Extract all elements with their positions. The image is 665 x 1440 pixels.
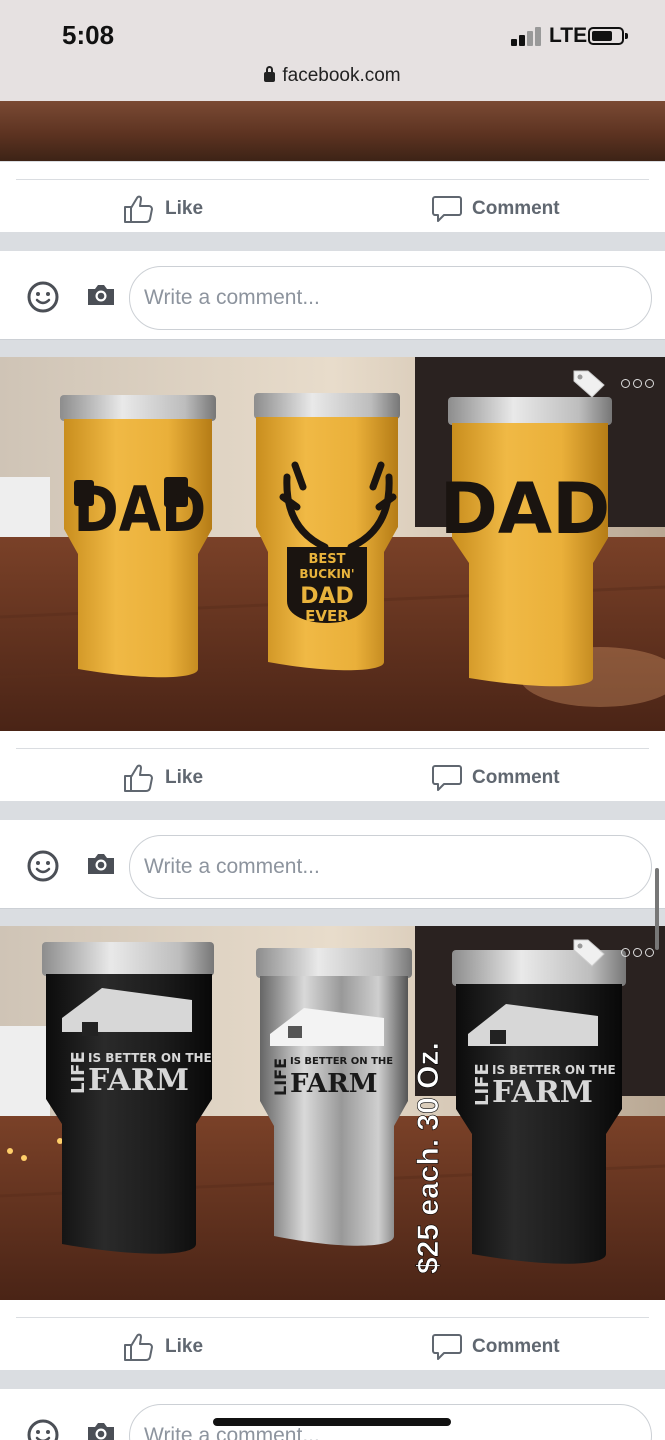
tumbler-text: IS BETTER ON THE bbox=[290, 1056, 393, 1067]
url-text: facebook.com bbox=[282, 65, 401, 86]
smiley-icon[interactable] bbox=[27, 281, 59, 313]
comment-row bbox=[0, 250, 665, 340]
comment-icon bbox=[432, 196, 462, 222]
status-bar: 5:08 LTE facebook.com bbox=[0, 0, 665, 101]
comment-label: Comment bbox=[472, 767, 560, 788]
comment-button[interactable]: Comment bbox=[432, 194, 560, 224]
comment-button[interactable]: Comment bbox=[432, 1332, 560, 1362]
tumbler-text: BEST bbox=[308, 552, 345, 567]
signal-icon bbox=[511, 26, 545, 46]
comment-input[interactable] bbox=[130, 836, 651, 898]
comment-input-box[interactable] bbox=[129, 266, 652, 330]
network-label: LTE bbox=[549, 24, 588, 47]
camera-icon[interactable] bbox=[86, 1421, 116, 1440]
post-photo-cropped[interactable] bbox=[0, 101, 665, 161]
tumbler-text: FARM bbox=[290, 1069, 378, 1099]
smiley-icon[interactable] bbox=[27, 850, 59, 882]
like-icon bbox=[124, 1333, 153, 1361]
tumbler-text: BUCKIN' bbox=[299, 567, 354, 581]
post-action-bar: Like Comment bbox=[0, 731, 665, 801]
status-time: 5:08 bbox=[62, 20, 115, 50]
address-bar[interactable]: facebook.com bbox=[0, 65, 665, 87]
tumbler-text: DAD bbox=[300, 584, 354, 609]
battery-icon bbox=[588, 27, 628, 45]
scrollbar[interactable] bbox=[655, 868, 659, 950]
camera-icon[interactable] bbox=[86, 283, 116, 307]
camera-icon[interactable] bbox=[86, 852, 116, 876]
tumbler-text: LIFE bbox=[271, 1058, 290, 1096]
comment-icon bbox=[432, 1334, 462, 1360]
post-action-bar: Like Comment bbox=[0, 1300, 665, 1370]
tumbler-text: FARM bbox=[88, 1063, 189, 1098]
post-photo-farm-tumblers[interactable]: LIFE IS BETTER ON THE FARM LIFE IS BETTE… bbox=[0, 926, 665, 1300]
smiley-icon[interactable] bbox=[27, 1419, 59, 1440]
like-label: Like bbox=[165, 767, 204, 788]
tumbler-text: EVER bbox=[305, 607, 349, 625]
like-button[interactable]: Like bbox=[123, 194, 203, 224]
comment-input-box[interactable] bbox=[129, 835, 652, 899]
more-icon[interactable] bbox=[621, 948, 654, 957]
more-icon[interactable] bbox=[621, 379, 654, 388]
lock-icon bbox=[264, 66, 276, 82]
like-label: Like bbox=[165, 198, 204, 219]
post-photo-dad-tumblers[interactable]: DAD BEST BUCKIN' DAD EVER DAD bbox=[0, 357, 665, 731]
tag-icon[interactable] bbox=[572, 369, 606, 399]
comment-button[interactable]: Comment bbox=[432, 763, 560, 793]
comment-label: Comment bbox=[472, 198, 560, 219]
like-button[interactable]: Like bbox=[123, 1332, 203, 1362]
tumbler-text: FARM bbox=[492, 1075, 593, 1110]
comment-icon bbox=[432, 765, 462, 791]
like-label: Like bbox=[165, 1336, 204, 1357]
like-icon bbox=[124, 764, 153, 792]
tumbler-text: LIFE bbox=[68, 1051, 89, 1094]
tumbler-text: LIFE bbox=[472, 1063, 493, 1106]
comment-row bbox=[0, 1388, 665, 1440]
tag-icon[interactable] bbox=[572, 938, 606, 968]
like-button[interactable]: Like bbox=[123, 763, 203, 793]
comment-input[interactable] bbox=[130, 267, 651, 329]
like-icon bbox=[124, 195, 153, 223]
comment-label: Comment bbox=[472, 1336, 560, 1357]
post-action-bar: Like Comment bbox=[0, 162, 665, 232]
tumbler-text: DAD bbox=[74, 474, 207, 546]
price-overlay-text: $25 each. 30 Oz. bbox=[412, 1042, 445, 1274]
home-indicator[interactable] bbox=[213, 1418, 451, 1426]
comment-row bbox=[0, 819, 665, 909]
tumbler-text: DAD bbox=[440, 468, 610, 550]
